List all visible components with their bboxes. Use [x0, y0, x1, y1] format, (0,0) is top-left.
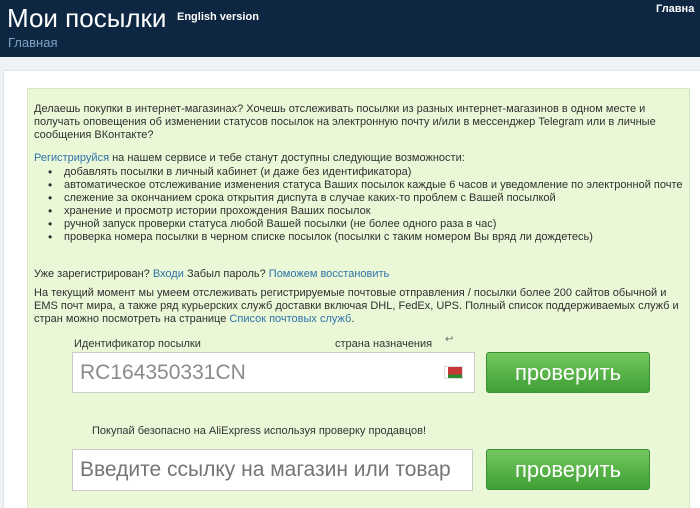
registered-question: Уже зарегистрирован?	[34, 268, 150, 280]
top-header: Мои посылки English version Главна Главн…	[0, 0, 700, 57]
breadcrumb-home[interactable]: Главная	[8, 35, 57, 50]
check-shop-button[interactable]: проверить	[486, 449, 650, 490]
features-lead: на нашем сервисе и тебе станут доступны …	[112, 152, 465, 164]
check-tracking-button[interactable]: проверить	[486, 352, 650, 393]
features-list: добавлять посылки в личный кабинет (и да…	[48, 166, 688, 244]
feature-item: проверка номера посылки в черном списке …	[48, 231, 688, 244]
recover-password-link[interactable]: Поможем восстановить	[269, 268, 390, 280]
register-link[interactable]: Регистрируйся	[34, 152, 109, 164]
feature-item: хранение и просмотр истории прохождения …	[48, 205, 688, 218]
destination-country-label: страна назначения	[335, 338, 433, 350]
feature-item: автоматическое отслеживание изменения ст…	[48, 179, 688, 192]
tracking-id-label: Идентификатор посылки	[74, 338, 201, 350]
login-prompt: Уже зарегистрирован? Входи Забыл пароль?…	[34, 268, 684, 281]
login-link[interactable]: Входи	[153, 268, 184, 280]
summary-text: На текущий момент мы умеем отслеживать р…	[34, 287, 679, 325]
aliexpress-note: Покупай безопасно на AliExpress использу…	[92, 425, 427, 437]
summary-period: .	[351, 313, 355, 325]
features-intro: Регистрируйся на нашем сервисе и тебе ст…	[34, 152, 684, 165]
supported-services-text: На текущий момент мы умеем отслеживать р…	[34, 287, 684, 326]
feature-item: ручной запуск проверки статуса любой Ваш…	[48, 218, 688, 231]
intro-text: Делаешь покупки в интернет-магазинах? Хо…	[34, 103, 656, 141]
tracking-number-input[interactable]	[72, 352, 475, 393]
shop-link-input[interactable]	[72, 449, 473, 491]
feature-item: слежение за окончанием срока открытия ди…	[48, 192, 688, 205]
home-nav-link[interactable]: Главна	[656, 3, 694, 15]
english-version-link[interactable]: English version	[177, 11, 259, 23]
feature-item: добавлять посылки в личный кабинет (и да…	[48, 166, 688, 179]
forgot-password-text: Забыл пароль?	[186, 268, 266, 280]
return-arrow-icon: ↩	[445, 334, 454, 345]
site-title: Мои посылки	[7, 3, 167, 33]
belarus-flag-icon[interactable]	[444, 366, 463, 379]
postal-services-link[interactable]: Список почтовых служб	[229, 313, 351, 325]
